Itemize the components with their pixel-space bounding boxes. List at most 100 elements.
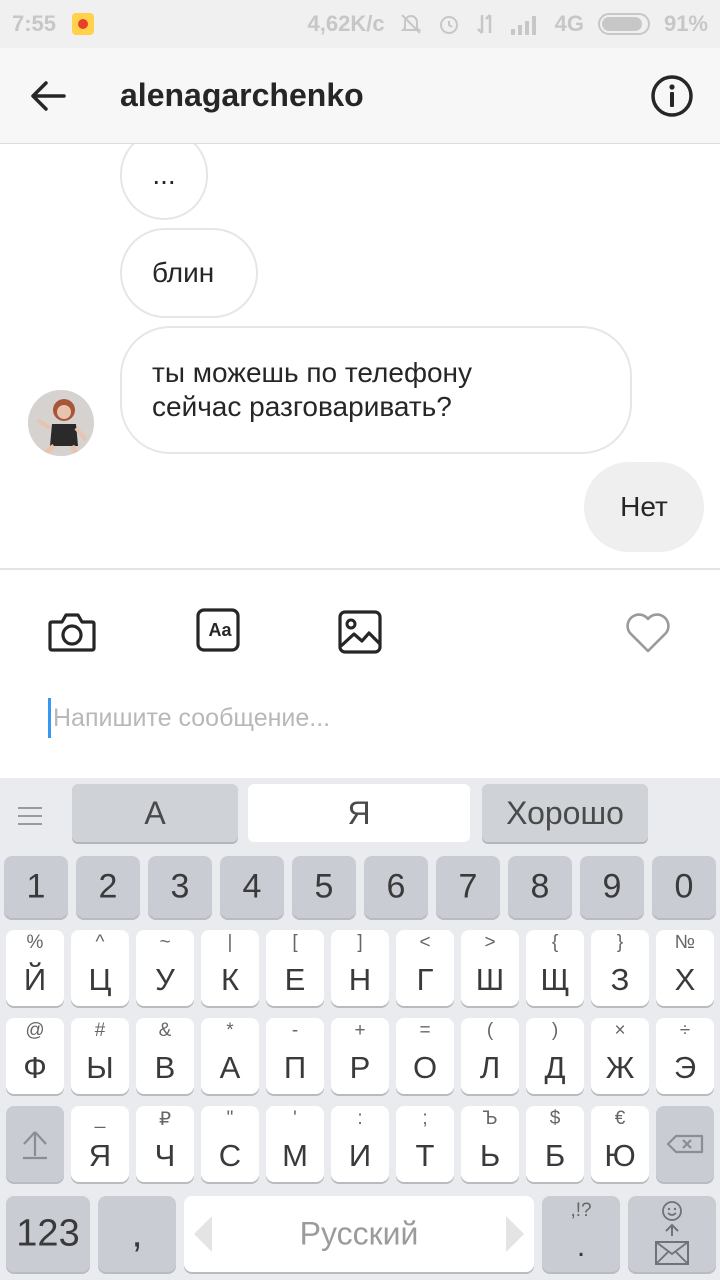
message-input[interactable]: Напишите сообщение... [48,698,668,738]
key-letter[interactable]: (Л [461,1018,519,1094]
key-number[interactable]: 6 [364,856,428,918]
numbers-mode-key[interactable]: 123 [6,1196,90,1272]
keyboard: А Я Хорошо 1 2 3 4 5 6 7 8 9 0 % Й ^ Ц ~ У … [0,778,720,1280]
key-label: Л [479,1050,501,1085]
key-label: Ф [23,1050,47,1085]
key-label: 4 [242,867,262,906]
key-letter[interactable]: ÷ Э [656,1018,714,1094]
key-hint: # [94,1020,106,1041]
space-key[interactable]: Русский [184,1196,534,1272]
key-label: 1 [26,867,46,906]
key-letter[interactable]: & В [136,1018,194,1094]
punctuation-key[interactable]: ,!?. [542,1196,620,1272]
info-circle-icon[interactable] [650,74,694,118]
key-label: И [348,1138,372,1173]
key-letter[interactable]: # Ы [71,1018,129,1094]
key-letter[interactable]: ЪЬ [461,1106,519,1182]
key-hint: @ [25,1020,45,1041]
key-label: П [283,1050,307,1085]
key-letter[interactable]: -П [266,1018,324,1094]
key-letter[interactable]: | К [201,930,259,1006]
key-number[interactable]: 5 [292,856,356,918]
backspace-icon [666,1134,704,1154]
key-letter[interactable]: " С [201,1106,259,1182]
suggestion-chip[interactable]: А [72,784,238,842]
key-hint: € [614,1108,626,1129]
key-letter[interactable]: [Е [266,930,324,1006]
gallery-icon[interactable] [334,606,386,658]
message-text: блин [152,257,215,288]
comma-key[interactable]: , [98,1196,176,1272]
key-hint: $ [549,1108,561,1129]
camera-icon[interactable] [46,606,98,658]
key-letter[interactable]: ) Д [526,1018,584,1094]
heart-icon[interactable] [622,606,674,658]
suggestion-chip[interactable]: Я [248,784,470,842]
key-letter[interactable]: $ Б [526,1106,584,1182]
shift-key[interactable] [6,1106,64,1182]
status-time: 7:55 [12,11,57,36]
key-letter[interactable]: ^ Ц [71,930,129,1006]
key-letter[interactable]: № Х [656,930,714,1006]
key-letter[interactable]: < Г [396,930,454,1006]
key-letter[interactable]: ; Т [396,1106,454,1182]
key-letter[interactable]: {Щ [526,930,584,1006]
key-number[interactable]: 7 [436,856,500,918]
key-letter[interactable]: * А [201,1018,259,1094]
key-number[interactable]: 1 [4,856,68,918]
key-label: 6 [386,867,406,906]
key-number[interactable]: 3 [148,856,212,918]
key-hint: - [291,1020,299,1041]
text-format-label: Aa [208,620,232,640]
key-letter[interactable]: ₽ Ч [136,1106,194,1182]
key-label: 2 [98,867,118,906]
key-letter[interactable]: _ Я [71,1106,129,1182]
key-letter[interactable]: ] Н [331,930,389,1006]
key-number[interactable]: 2 [76,856,140,918]
key-label: Ш [475,962,505,997]
key-hint: : [357,1108,363,1129]
key-letter[interactable]: ~ У [136,930,194,1006]
avatar[interactable] [28,390,94,456]
key-letter[interactable]: ' М [266,1106,324,1182]
key-letter[interactable]: @ Ф [6,1018,64,1094]
key-letter[interactable]: } З [591,930,649,1006]
key-letter[interactable]: > Ш [461,930,519,1006]
my-message-bubble[interactable]: Нет [584,462,704,552]
key-letter[interactable]: × Ж [591,1018,649,1094]
text-format-icon[interactable]: Aa [194,606,246,658]
alarm-icon [439,16,458,34]
key-number[interactable]: 4 [220,856,284,918]
message-bubble[interactable]: блин [120,228,258,318]
status-indicators: 4,62K/c 4G 91% [308,11,708,37]
suggestion-chip[interactable]: Хорошо [482,784,648,842]
key-label: Э [673,1050,697,1085]
key-letter[interactable]: % Й [6,930,64,1006]
key-number[interactable]: 8 [508,856,572,918]
notification-app-icon [72,13,95,35]
mute-icon [400,14,422,34]
key-letter[interactable]: + Р [331,1018,389,1094]
key-label: 8 [530,867,550,906]
conversation-title[interactable]: alenagarchenko [120,77,364,114]
key-label: Ц [88,962,112,997]
key-label: 5 [314,867,334,906]
menu-icon[interactable] [16,802,44,830]
backspace-key[interactable] [656,1106,714,1182]
key-hint: ' [293,1108,297,1129]
key-letter[interactable]: :И [331,1106,389,1182]
key-letter[interactable]: € Ю [591,1106,649,1182]
message-bubble[interactable]: ты можешь по телефону сейчас разговарива… [120,326,632,454]
key-letter[interactable]: = О [396,1018,454,1094]
message-bubble[interactable]: ... [120,144,208,220]
key-label: Ь [479,1138,501,1173]
key-label: А [219,1050,241,1085]
battery-level: 91% [663,11,708,36]
key-hint: Ъ [482,1108,498,1129]
enter-key[interactable] [628,1196,716,1272]
key-label: В [154,1050,176,1085]
back-button[interactable] [0,48,96,144]
key-number[interactable]: 9 [580,856,644,918]
key-number[interactable]: 0 [652,856,716,918]
key-hint: ( [486,1020,494,1041]
